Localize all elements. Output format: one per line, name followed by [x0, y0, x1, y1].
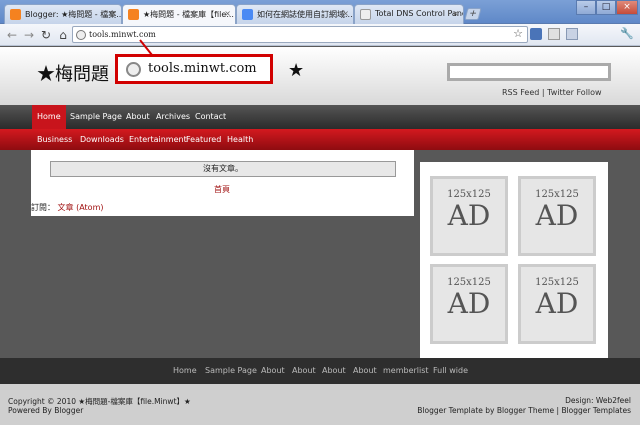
- url-callout-box: tools.minwt.com: [115, 54, 273, 84]
- globe-icon: [126, 62, 141, 77]
- callout-arrow: [139, 39, 153, 56]
- callout-url: tools.minwt.com: [148, 61, 257, 76]
